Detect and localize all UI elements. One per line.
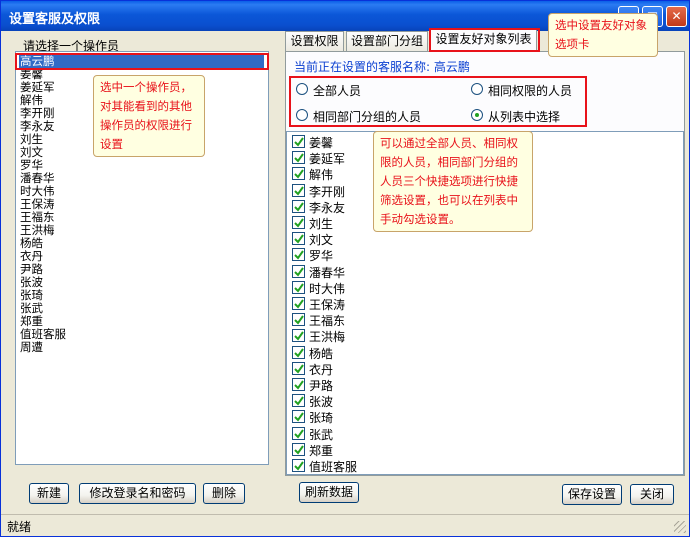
- checkbox[interactable]: [292, 151, 305, 165]
- checklist-label: 王福东: [309, 314, 346, 329]
- close-window-button[interactable]: ✕: [666, 6, 687, 27]
- radio-same-permission[interactable]: [471, 83, 483, 95]
- checkbox[interactable]: [292, 394, 305, 408]
- settings-window: 设置客服及权限 _ □ ✕ 请选择一个操作员 高云鹏姜馨姜延军解伟李开刚李永友刘…: [0, 0, 690, 537]
- checklist-label: 李永友: [309, 200, 346, 215]
- checkbox[interactable]: [292, 410, 305, 424]
- radio-from-list-label: 从列表中选择: [488, 110, 561, 124]
- radio-same-department[interactable]: [296, 109, 308, 121]
- checklist-label: 刘文: [309, 233, 334, 248]
- checklist-label: 张波: [309, 395, 334, 410]
- operator-highlight-box: [15, 53, 269, 70]
- checklist-label: 时大伟: [309, 281, 346, 296]
- checklist-label: 张武: [309, 427, 334, 442]
- check-icon: [294, 234, 304, 244]
- checklist-label: 郑重: [309, 443, 334, 458]
- checklist-label: 王洪梅: [309, 330, 346, 345]
- tab-department-groups[interactable]: 设置部门分组: [346, 31, 428, 51]
- check-icon: [294, 380, 304, 390]
- checkbox[interactable]: [292, 442, 305, 456]
- checkbox[interactable]: [292, 345, 305, 359]
- checkbox[interactable]: [292, 329, 305, 343]
- check-icon: [294, 315, 304, 325]
- checklist-label: 王保涛: [309, 298, 346, 312]
- checkbox[interactable]: [292, 183, 305, 197]
- checklist-label: 姜馨: [309, 136, 334, 150]
- status-text: 就绪: [7, 520, 32, 534]
- check-icon: [294, 283, 304, 293]
- check-icon: [294, 169, 304, 179]
- window-title: 设置客服及权限: [9, 12, 101, 27]
- checkbox[interactable]: [292, 313, 305, 327]
- check-icon: [294, 364, 304, 374]
- checklist-label: 杨皓: [309, 346, 334, 361]
- checklist-label: 潘春华: [309, 265, 346, 280]
- check-icon: [294, 218, 304, 228]
- check-icon: [294, 153, 304, 163]
- checkbox[interactable]: [292, 232, 305, 246]
- tab-callout: 选中设置友好对象选项卡: [548, 13, 658, 57]
- checkbox[interactable]: [292, 361, 305, 375]
- check-icon: [294, 429, 304, 439]
- check-icon: [294, 250, 304, 260]
- check-icon: [294, 348, 304, 358]
- checklist-label: 罗华: [309, 249, 334, 264]
- radio-all-label: 全部人员: [313, 84, 362, 98]
- checkbox[interactable]: [292, 199, 305, 213]
- checkbox[interactable]: [292, 264, 305, 278]
- filter-callout: 可以通过全部人员、相同权限的人员，相同部门分组的人员三个快捷选项进行快捷筛选设置…: [373, 131, 533, 232]
- checklist-label: 值班客服: [309, 460, 358, 474]
- checklist-label: 刘生: [309, 217, 334, 231]
- status-bar: 就绪: [1, 514, 689, 536]
- refresh-button[interactable]: 刷新数据: [299, 482, 359, 503]
- checklist-label: 张琦: [309, 411, 334, 426]
- check-icon: [294, 412, 304, 422]
- radio-all[interactable]: [296, 83, 308, 95]
- close-button[interactable]: 关闭: [630, 484, 674, 505]
- edit-login-button[interactable]: 修改登录名和密码: [79, 483, 196, 504]
- checkbox[interactable]: [292, 459, 305, 472]
- radio-same-permission-label: 相同权限的人员: [488, 84, 573, 98]
- checklist-label: 姜延军: [309, 152, 346, 167]
- operator-item[interactable]: 周遭: [20, 341, 43, 354]
- check-icon: [294, 137, 304, 147]
- operator-callout: 选中一个操作员，对其能看到的其他操作员的权限进行设置: [93, 75, 205, 157]
- check-icon: [294, 186, 304, 196]
- save-button[interactable]: 保存设置: [562, 484, 622, 505]
- check-icon: [294, 202, 304, 212]
- radio-from-list[interactable]: [471, 109, 483, 121]
- check-icon: [294, 299, 304, 309]
- check-icon: [294, 461, 304, 471]
- checkbox[interactable]: [292, 297, 305, 310]
- check-icon: [294, 267, 304, 277]
- check-icon: [294, 396, 304, 406]
- checklist-label: 解伟: [309, 168, 334, 183]
- check-icon: [294, 445, 304, 455]
- delete-button[interactable]: 删除: [203, 483, 245, 504]
- checkbox[interactable]: [292, 378, 305, 391]
- radio-same-department-label: 相同部门分组的人员: [313, 110, 422, 124]
- checklist-label: 衣丹: [309, 362, 334, 377]
- tab-permissions[interactable]: 设置权限: [285, 31, 344, 51]
- resize-grip-icon[interactable]: [674, 521, 686, 533]
- checklist-label: 李开刚: [309, 184, 346, 199]
- new-button[interactable]: 新建: [29, 483, 69, 504]
- checkbox[interactable]: [292, 167, 305, 181]
- friendly-objects-page: 当前正在设置的客服名称: 高云鹏 全部人员 相同权限的人员 相同部门分组的人员 …: [285, 51, 685, 476]
- checklist-label: 尹路: [309, 379, 334, 393]
- check-icon: [294, 331, 304, 341]
- checkbox[interactable]: [292, 280, 305, 294]
- current-agent-label: 当前正在设置的客服名称: 高云鹏: [294, 60, 470, 74]
- checkbox[interactable]: [292, 216, 305, 229]
- checkbox[interactable]: [292, 135, 305, 148]
- tab-highlight-box: [429, 28, 540, 52]
- checkbox[interactable]: [292, 426, 305, 440]
- checkbox[interactable]: [292, 248, 305, 262]
